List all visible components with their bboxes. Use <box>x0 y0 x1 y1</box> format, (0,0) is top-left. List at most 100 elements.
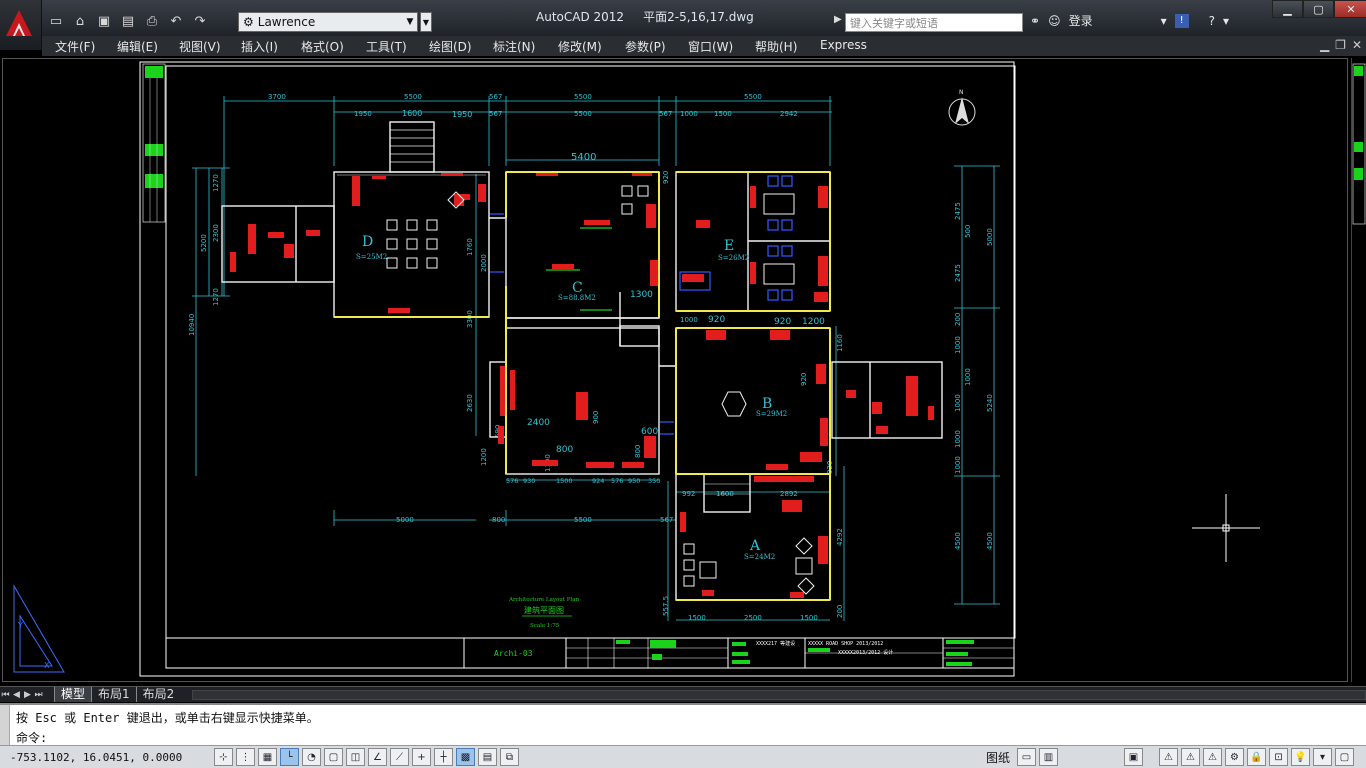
workspace-selector[interactable]: ⚙ Lawrence ▼ <box>238 12 418 32</box>
workspace-switching-icon[interactable]: ⚙ <box>1225 748 1245 766</box>
isolate-objects-icon[interactable]: 💡 <box>1291 748 1311 766</box>
help-dropdown-icon[interactable]: ▾ <box>1223 14 1229 28</box>
application-menu-button[interactable] <box>0 0 42 50</box>
dimension-text: 1200 <box>802 317 825 327</box>
selection-cycling-icon[interactable]: ⧉ <box>500 748 519 766</box>
dimension-text: 5400 <box>571 152 596 163</box>
search-expand-icon[interactable]: ▶ <box>834 14 842 25</box>
transparency-icon[interactable]: ▩ <box>456 748 475 766</box>
menu-dimension[interactable]: 标注(N) <box>493 38 535 55</box>
clean-screen-icon[interactable]: ▢ <box>1335 748 1355 766</box>
room-area: S=24M2 <box>744 553 775 561</box>
previous-tab-icon[interactable]: ◀ <box>11 690 22 700</box>
lineweight-icon[interactable]: ┼ <box>434 748 453 766</box>
open-folder-icon[interactable]: ⌂ <box>70 11 90 31</box>
dynamic-input-icon[interactable]: + <box>412 748 431 766</box>
dimension-text: 567 <box>489 110 502 118</box>
annotation-scale-icon[interactable]: ⚠ <box>1159 748 1179 766</box>
tab-layout2[interactable]: 布局2 <box>135 687 181 702</box>
coordinate-readout[interactable]: -753.1102, 16.0451, 0.0000 <box>10 751 182 764</box>
menu-insert[interactable]: 插入(I) <box>241 38 278 55</box>
window-title: AutoCAD 2012 平面2-5,16,17.dwg <box>536 8 754 25</box>
snap-mode-icon[interactable]: ⋮ <box>236 748 255 766</box>
menu-file[interactable]: 文件(F) <box>55 38 95 55</box>
dimension-text: 1000 <box>954 336 962 354</box>
dimension-text: 1500 <box>800 614 818 622</box>
title-block-text: XXXX217 等建设 <box>756 640 795 647</box>
dimension-text: 924 <box>592 477 604 485</box>
menu-format[interactable]: 格式(O) <box>301 38 344 55</box>
infer-constraints-icon[interactable]: ⊹ <box>214 748 233 766</box>
tab-layout1[interactable]: 布局1 <box>91 687 136 702</box>
menu-help[interactable]: 帮助(H) <box>755 38 797 55</box>
object-snap-tracking-icon[interactable]: ∠ <box>368 748 387 766</box>
workspace-name: Lawrence <box>257 15 316 29</box>
login-button[interactable]: 登录 <box>1069 12 1093 29</box>
polar-tracking-icon[interactable]: ◔ <box>302 748 321 766</box>
room-area: S=88.8M2 <box>558 294 596 302</box>
dimension-text: 920 <box>708 315 725 325</box>
doc-close-icon[interactable]: ✕ <box>1352 38 1362 52</box>
dimension-text: 920 <box>662 171 670 184</box>
grid-display-icon[interactable]: ▦ <box>258 748 277 766</box>
maximize-button[interactable]: ▢ <box>1303 0 1334 18</box>
ortho-mode-icon[interactable]: └ <box>280 748 299 766</box>
redo-icon[interactable]: ↷ <box>190 11 210 31</box>
drawing-canvas[interactable]: Archi-03 XXXX217 等建设 XXXXX ROAD SHOP 201… <box>0 56 1366 686</box>
next-tab-icon[interactable]: ▶ <box>22 690 33 700</box>
menu-view[interactable]: 视图(V) <box>179 38 221 55</box>
maximize-viewport-icon[interactable]: ▣ <box>1124 748 1144 766</box>
search-input[interactable]: 键入关键字或短语 <box>845 13 1023 32</box>
menu-window[interactable]: 窗口(W) <box>688 38 733 55</box>
menu-draw[interactable]: 绘图(D) <box>429 38 472 55</box>
hardware-acceleration-icon[interactable]: ⊡ <box>1269 748 1289 766</box>
last-tab-icon[interactable]: ⏭ <box>33 690 44 700</box>
menu-tools[interactable]: 工具(T) <box>366 38 407 55</box>
first-tab-icon[interactable]: ⏮ <box>0 690 11 700</box>
quick-view-drawings-icon[interactable]: ▥ <box>1039 748 1059 766</box>
dimension-text: 500 <box>964 225 972 238</box>
lock-icon[interactable]: 🔒 <box>1247 748 1267 766</box>
undo-icon[interactable]: ↶ <box>166 11 186 31</box>
status-menu-icon[interactable]: ▾ <box>1313 748 1333 766</box>
command-window-grip[interactable] <box>0 705 10 747</box>
svg-text:Y: Y <box>17 621 23 630</box>
doc-restore-icon[interactable]: ❐ <box>1335 38 1346 52</box>
annotation-visibility-icon[interactable]: ⚠ <box>1181 748 1201 766</box>
horizontal-scrollbar[interactable] <box>192 689 1366 700</box>
dimension-text: 1000 <box>964 368 972 386</box>
dimension-text: 3300 <box>466 310 474 328</box>
object-snap-icon[interactable]: ▢ <box>324 748 343 766</box>
exchange-icon[interactable]: ! <box>1174 13 1189 28</box>
save-as-icon[interactable]: ▤ <box>118 11 138 31</box>
room-label: D <box>362 234 373 250</box>
tab-model[interactable]: 模型 <box>54 687 92 702</box>
quick-view-layouts-icon[interactable]: ▭ <box>1017 748 1037 766</box>
toolbar-dropdown-button[interactable]: ▼ <box>420 12 432 32</box>
print-icon[interactable]: ⎙ <box>142 11 162 31</box>
dimension-text: 5500 <box>574 93 592 101</box>
command-prompt[interactable]: 命令: <box>16 729 47 746</box>
doc-minimize-icon[interactable]: ▁ <box>1320 38 1329 52</box>
paper-space-label[interactable]: 图纸 <box>986 749 1010 766</box>
help-icon[interactable]: ? <box>1209 14 1215 28</box>
menu-parametric[interactable]: 参数(P) <box>625 38 666 55</box>
3d-object-snap-icon[interactable]: ◫ <box>346 748 365 766</box>
auto-scale-icon[interactable]: ⚠ <box>1203 748 1223 766</box>
minimize-button[interactable]: ▁ <box>1272 0 1303 18</box>
login-dropdown-icon[interactable]: ▾ <box>1161 14 1167 28</box>
close-button[interactable]: ✕ <box>1334 0 1366 18</box>
menu-edit[interactable]: 编辑(E) <box>117 38 158 55</box>
quick-properties-icon[interactable]: ▤ <box>478 748 497 766</box>
binoculars-icon[interactable]: ⚭ <box>1030 14 1040 28</box>
menu-express[interactable]: Express <box>820 38 867 52</box>
dimension-text: 567 <box>660 516 673 524</box>
room-d-furniture <box>386 185 815 595</box>
dynamic-ucs-icon[interactable]: ⟋ <box>390 748 409 766</box>
new-file-icon[interactable]: ▭ <box>46 11 66 31</box>
dimension-text: 5200 <box>200 234 208 252</box>
dimension-text: 567 <box>659 110 672 118</box>
dimension-text: 900 <box>592 411 600 424</box>
menu-modify[interactable]: 修改(M) <box>558 38 602 55</box>
save-icon[interactable]: ▣ <box>94 11 114 31</box>
